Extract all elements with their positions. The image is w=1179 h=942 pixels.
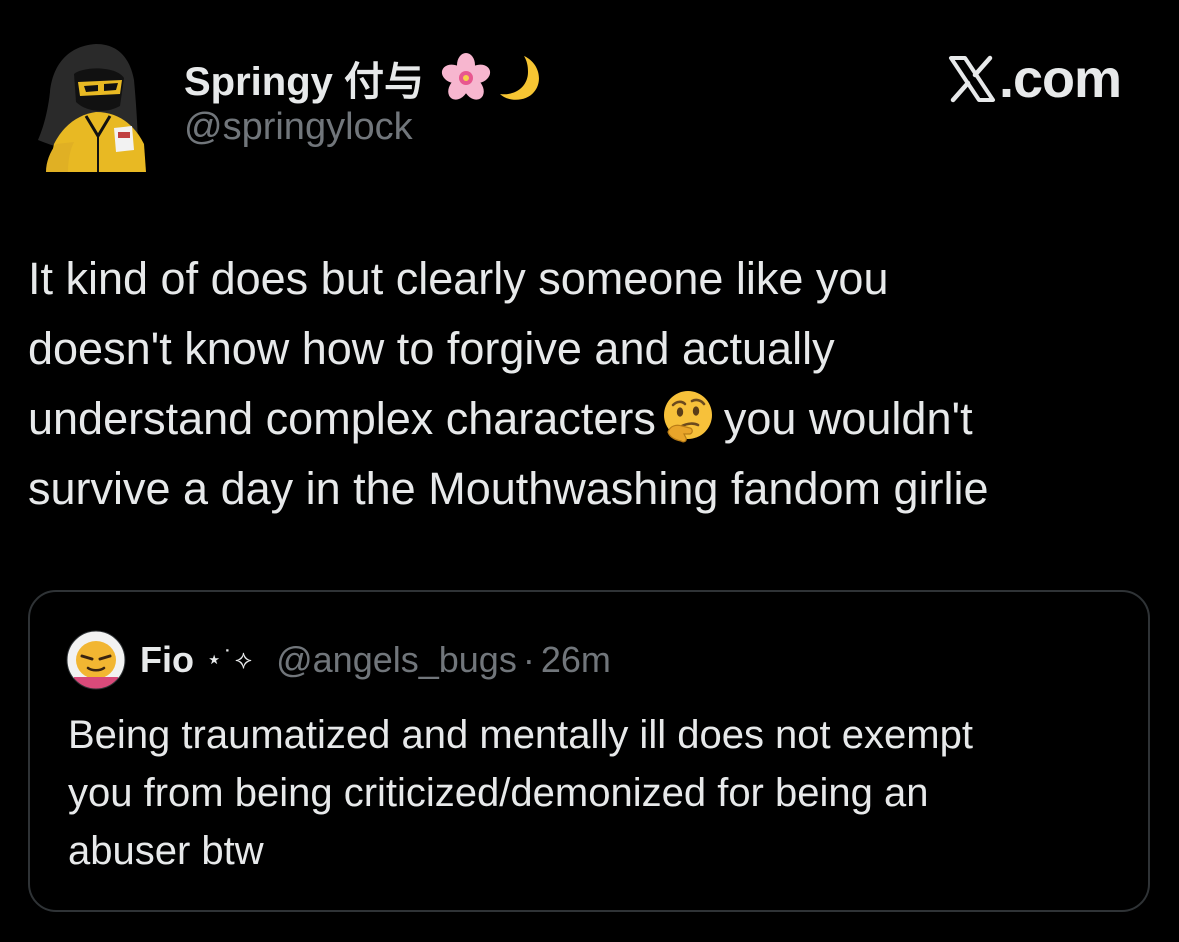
cherry-blossom-emoji-icon (438, 52, 494, 104)
tweet-text-line: It kind of does but clearly someone like… (28, 253, 889, 304)
tweet-text: It kind of does but clearly someone like… (28, 244, 1148, 524)
quoted-author-handle[interactable]: @angels_bugs (276, 639, 517, 681)
author-name-row[interactable]: Springy 付与 (184, 52, 550, 104)
tweet-card: Springy 付与 @springylock .com It kind of … (0, 0, 1179, 942)
quoted-tweet-header: Fio ⋆˙⟡ @angels_bugs · 26m (66, 630, 611, 690)
thinking-face-emoji-icon (660, 388, 716, 444)
quoted-tweet-text: Being traumatized and mentally ill does … (68, 706, 1138, 880)
author-avatar[interactable] (34, 40, 164, 172)
quoted-author-display-name[interactable]: Fio (140, 639, 194, 681)
quoted-author-avatar[interactable] (66, 630, 126, 690)
brand-watermark: .com (947, 48, 1122, 110)
tweet-text-line: understand complex characters you wouldn… (28, 384, 1148, 454)
quoted-text-line: you from being criticized/demonized for … (68, 771, 929, 815)
x-logo-icon (947, 54, 997, 104)
quoted-header-separator: · (522, 639, 535, 680)
quoted-timestamp[interactable]: 26m (541, 639, 611, 681)
tweet-text-line: survive a day in the Mouthwashing fandom… (28, 463, 989, 514)
crescent-moon-emoji-icon (494, 52, 550, 104)
tweet-text-segment: understand complex characters (28, 393, 656, 444)
tweet-text-line: doesn't know how to forgive and actually (28, 323, 835, 374)
quoted-text-line: Being traumatized and mentally ill does … (68, 713, 973, 757)
quoted-text-line: abuser btw (68, 829, 264, 873)
tweet-text-segment: you wouldn't (723, 393, 973, 444)
brand-domain-text: .com (998, 49, 1122, 109)
quoted-tweet-card[interactable]: Fio ⋆˙⟡ @angels_bugs · 26m Being traumat… (28, 590, 1150, 912)
quoted-author-sparkle: ⋆˙⟡ (205, 644, 255, 674)
author-display-name[interactable]: Springy 付与 (184, 49, 424, 107)
author-handle[interactable]: @springylock (184, 106, 413, 149)
